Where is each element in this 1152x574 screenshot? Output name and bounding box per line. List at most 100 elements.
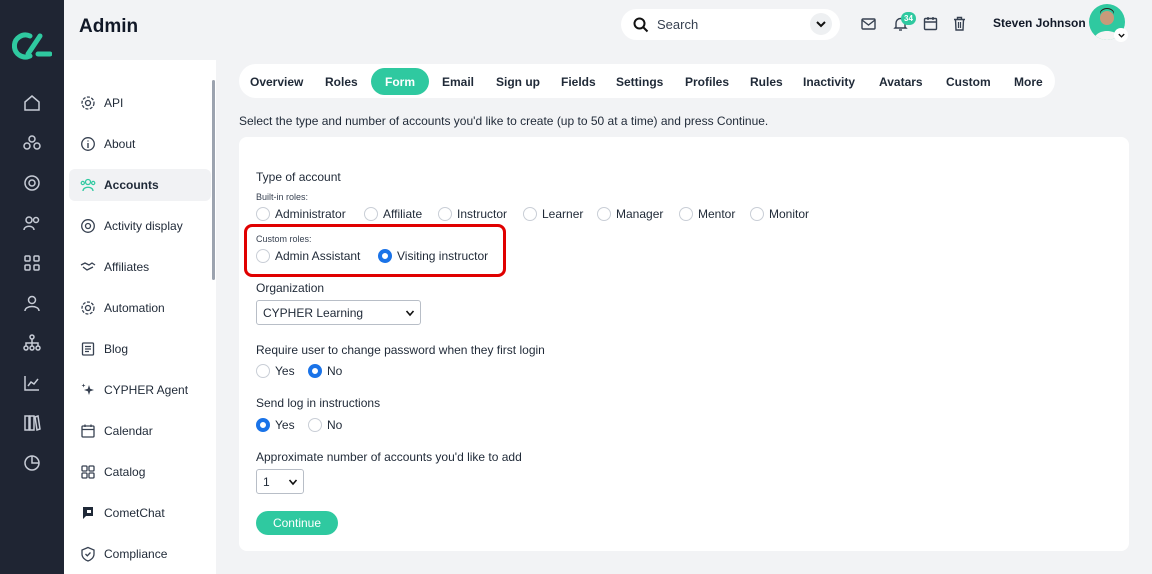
radio-monitor[interactable]: Monitor [750,207,809,221]
radio-circle-selected[interactable] [308,364,322,378]
calendar-icon [80,423,96,439]
sidebar-item-label: Automation [104,301,165,315]
change-password-label: Require user to change password when the… [256,343,545,357]
account-count-select[interactable]: 1 [256,469,304,494]
users-icon[interactable] [22,213,42,233]
tab-profiles[interactable]: Profiles [685,68,729,95]
calendar-icon[interactable] [922,15,939,32]
tab-avatars[interactable]: Avatars [879,68,923,95]
form-intro-text: Select the type and number of accounts y… [239,114,769,128]
radio-circle[interactable] [438,207,452,221]
apps-icon[interactable] [22,253,42,273]
tab-inactivity[interactable]: Inactivity [803,68,855,95]
users-icon [80,177,96,193]
sidebar-item-label: Accounts [104,178,159,192]
radio-circle[interactable] [523,207,537,221]
radio-label: Mentor [698,207,736,221]
sidebar-item-label: Affiliates [104,260,150,274]
chat-icon [80,505,96,521]
radio-password-no[interactable]: No [308,364,342,378]
send-login-label: Send log in instructions [256,396,381,410]
radio-label: Yes [275,418,295,432]
tab-more[interactable]: More [1014,68,1043,95]
hierarchy-icon[interactable] [22,333,42,353]
tab-bar: Overview Roles Form Email Sign up Fields… [239,64,1055,98]
tab-overview[interactable]: Overview [250,68,303,95]
chevron-down-icon [288,479,298,486]
sidebar-item-label: About [104,137,136,151]
tab-fields[interactable]: Fields [561,68,596,95]
tab-rules[interactable]: Rules [750,68,783,95]
sidebar-item-compliance[interactable]: Compliance [69,538,211,570]
search-box[interactable]: Search [621,9,840,40]
target-icon[interactable] [22,173,42,193]
chevron-down-icon[interactable] [1114,28,1128,42]
account-count-label: Approximate number of accounts you'd lik… [256,450,522,464]
radio-learner[interactable]: Learner [523,207,583,221]
tab-custom[interactable]: Custom [946,68,991,95]
search-input[interactable]: Search [657,17,698,32]
radio-label: No [327,364,343,378]
app-logo[interactable] [11,30,53,62]
radio-circle[interactable] [308,418,322,432]
sidebar-item-label: Calendar [104,424,153,438]
radio-label: Yes [275,364,295,378]
sidebar-item-label: CometChat [104,506,165,520]
tab-roles[interactable]: Roles [325,68,358,95]
radio-mentor[interactable]: Mentor [679,207,735,221]
radio-affiliate[interactable]: Affiliate [364,207,422,221]
radio-password-yes[interactable]: Yes [256,364,295,378]
radio-circle[interactable] [597,207,611,221]
handshake-icon [80,259,96,275]
chart-icon[interactable] [22,373,42,393]
gear-icon [80,300,96,316]
sidebar-item-accounts[interactable]: Accounts [69,169,211,201]
sidebar-item-catalog[interactable]: Catalog [69,456,211,488]
tab-form[interactable]: Form [371,68,429,95]
radio-administrator[interactable]: Administrator [256,207,346,221]
continue-button[interactable]: Continue [256,511,338,535]
blog-icon [80,341,96,357]
target-icon [80,218,96,234]
app-rail [0,0,64,574]
sidebar-item-api[interactable]: API [69,87,211,119]
sidebar-item-label: Compliance [104,547,168,561]
sidebar-scrollbar[interactable] [212,80,215,280]
mail-icon[interactable] [860,15,877,32]
pie-icon[interactable] [22,453,42,473]
sidebar-item-activity-display[interactable]: Activity display [69,210,211,242]
tab-email[interactable]: Email [442,68,474,95]
radio-circle-selected[interactable] [256,418,270,432]
radio-label: Manager [616,207,664,221]
tab-sign-up[interactable]: Sign up [496,68,540,95]
sidebar-item-calendar[interactable]: Calendar [69,415,211,447]
radio-login-yes[interactable]: Yes [256,418,295,432]
user-icon[interactable] [22,293,42,313]
sidebar-item-label: CYPHER Agent [104,383,189,397]
sidebar-item-cypher-agent[interactable]: CYPHER Agent [69,374,211,406]
radio-circle[interactable] [750,207,764,221]
radio-login-no[interactable]: No [308,418,342,432]
sidebar-item-label: Blog [104,342,129,356]
radio-circle[interactable] [364,207,378,221]
trash-icon[interactable] [951,15,968,32]
radio-instructor[interactable]: Instructor [438,207,507,221]
organization-select[interactable]: CYPHER Learning [256,300,421,325]
radio-circle[interactable] [679,207,693,221]
chevron-down-icon[interactable] [810,13,832,35]
radio-circle[interactable] [256,207,270,221]
radio-manager[interactable]: Manager [597,207,663,221]
sidebar-item-affiliates[interactable]: Affiliates [69,251,211,283]
tab-settings[interactable]: Settings [616,68,663,95]
library-icon[interactable] [22,413,42,433]
sidebar-item-cometchat[interactable]: CometChat [69,497,211,529]
radio-circle[interactable] [256,364,270,378]
sidebar-item-automation[interactable]: Automation [69,292,211,324]
type-of-account-label: Type of account [256,170,341,184]
sidebar-item-about[interactable]: About [69,128,211,160]
home-icon[interactable] [22,93,42,113]
sidebar-item-blog[interactable]: Blog [69,333,211,365]
user-name[interactable]: Steven Johnson [993,16,1086,30]
sidebar-item-label: Catalog [104,465,146,479]
groups-icon[interactable] [22,133,42,153]
